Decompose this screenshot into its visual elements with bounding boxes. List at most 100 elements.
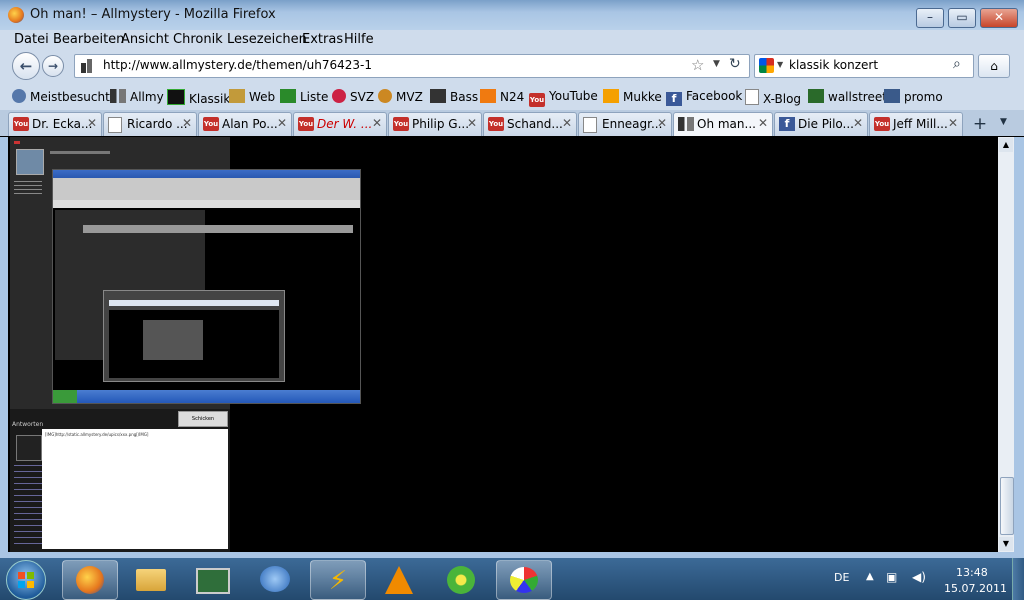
bookmark-web[interactable]: Web: [229, 89, 275, 104]
bookmark-promo[interactable]: promo: [884, 89, 943, 104]
clock-time[interactable]: 13:48: [956, 566, 988, 579]
reply-section: Antworten [IMG]http://static.allmystery.…: [10, 409, 230, 552]
send-button[interactable]: Schicken: [178, 411, 228, 427]
bookmark-klassik[interactable]: Klassik: [167, 89, 230, 106]
taskbar-icq[interactable]: [434, 560, 488, 598]
close-tab-icon[interactable]: ✕: [372, 116, 382, 130]
scroll-down-arrow-icon[interactable]: ▼: [999, 537, 1013, 551]
avatar: [16, 149, 44, 175]
close-button[interactable]: ✕: [980, 8, 1018, 28]
search-bar[interactable]: ▼ klassik konzert ⌕: [754, 54, 974, 78]
search-input[interactable]: klassik konzert: [789, 58, 878, 72]
bookmark-n24[interactable]: N24: [480, 89, 524, 104]
bookmark-youtube[interactable]: You YouTube: [529, 89, 598, 107]
bookmark-allmy[interactable]: Allmy: [110, 89, 164, 104]
star-icon[interactable]: ☆: [691, 56, 704, 74]
bookmark-svz[interactable]: SVZ: [332, 89, 374, 104]
taskbar-firefox[interactable]: [62, 560, 118, 600]
taskbar-winamp[interactable]: ⚡: [310, 560, 366, 600]
start-button[interactable]: [6, 560, 46, 600]
device-icon[interactable]: ▣: [886, 570, 897, 584]
bookmark-bass[interactable]: Bass: [430, 89, 478, 104]
minimize-button[interactable]: –: [916, 8, 944, 28]
site-icon: [81, 59, 92, 73]
maximize-button[interactable]: ▭: [948, 8, 976, 28]
tab-7-active[interactable]: Oh man... ✕: [673, 112, 773, 136]
forward-button[interactable]: →: [42, 55, 64, 77]
search-icon[interactable]: ⌕: [953, 56, 961, 72]
close-tab-icon[interactable]: ✕: [277, 116, 287, 130]
close-tab-icon[interactable]: ✕: [87, 116, 97, 130]
scroll-up-arrow-icon[interactable]: ▲: [999, 138, 1013, 152]
bookmark-mvz[interactable]: MVZ: [378, 89, 423, 104]
youtube-icon: You: [874, 117, 890, 131]
close-tab-icon[interactable]: ✕: [562, 116, 572, 130]
tab-5[interactable]: You Schand... ✕: [483, 112, 577, 136]
tab-8[interactable]: f Die Pilo... ✕: [774, 112, 868, 136]
menu-ansicht[interactable]: Ansicht: [121, 32, 169, 47]
show-hidden-icons-icon[interactable]: ▲: [866, 571, 874, 582]
facebook-icon: f: [779, 117, 795, 131]
tab-3[interactable]: You Der W. ... ✕: [293, 112, 387, 136]
mukke-icon: [603, 89, 619, 103]
monitor-icon: [196, 568, 230, 594]
n24-icon: [480, 89, 496, 103]
taskbar-thunderbird[interactable]: [248, 560, 302, 598]
tab-1[interactable]: Ricardo ... ✕: [103, 112, 197, 136]
url-bar[interactable]: http://www.allmystery.de/themen/uh76423-…: [74, 54, 750, 78]
show-desktop-button[interactable]: [1012, 558, 1024, 600]
reply-textarea[interactable]: [IMG]http://static.allmystery.de/upics/x…: [42, 429, 228, 549]
google-icon[interactable]: [759, 58, 774, 73]
allmy-icon: [110, 89, 126, 103]
close-tab-icon[interactable]: ✕: [758, 116, 768, 130]
bookmark-wallstreet[interactable]: wallstreet: [808, 89, 887, 104]
menu-hilfe[interactable]: Hilfe: [344, 32, 374, 47]
taskbar-paint[interactable]: [496, 560, 552, 600]
close-tab-icon[interactable]: ✕: [657, 116, 667, 130]
bookmark-mukke[interactable]: Mukke: [603, 89, 662, 104]
tab-2[interactable]: You Alan Po... ✕: [198, 112, 292, 136]
reload-icon[interactable]: ↻: [729, 56, 741, 72]
search-engine-dropdown-icon[interactable]: ▼: [777, 60, 783, 69]
liste-icon: [280, 89, 296, 103]
menu-extras[interactable]: Extras: [302, 32, 343, 47]
tab-6[interactable]: Enneagr... ✕: [578, 112, 672, 136]
tab-bar: You Dr. Ecka... ✕ Ricardo ... ✕ You Alan Po.…: [0, 110, 1024, 136]
close-tab-icon[interactable]: ✕: [948, 116, 958, 130]
facebook-icon: f: [666, 92, 682, 106]
page-icon: [745, 89, 759, 105]
allmy-icon: [678, 117, 694, 131]
tab-list-icon[interactable]: ▼: [1000, 117, 1007, 127]
close-tab-icon[interactable]: ✕: [853, 116, 863, 130]
window-border-right: [1014, 137, 1024, 557]
bookmark-liste[interactable]: Liste: [280, 89, 328, 104]
taskbar-vlc[interactable]: [372, 560, 426, 598]
user-info-lines: [14, 465, 42, 545]
menu-datei[interactable]: Datei: [14, 32, 49, 47]
taskbar-app[interactable]: [186, 560, 240, 598]
bookmark-meistbesucht[interactable]: Meistbesucht: [12, 89, 110, 104]
menu-chronik[interactable]: Chronik: [173, 32, 223, 47]
url-dropdown-icon[interactable]: ▼: [713, 59, 720, 69]
icq-icon: [447, 566, 475, 594]
volume-icon[interactable]: ◀): [912, 570, 926, 584]
back-button[interactable]: ←: [12, 52, 40, 80]
close-tab-icon[interactable]: ✕: [467, 116, 477, 130]
youtube-icon: You: [529, 93, 545, 107]
tab-0[interactable]: You Dr. Ecka... ✕: [8, 112, 102, 136]
tab-4[interactable]: You Philip G... ✕: [388, 112, 482, 136]
clock-date[interactable]: 15.07.2011: [944, 582, 1007, 595]
bookmark-facebook[interactable]: f Facebook: [666, 89, 742, 106]
vlc-icon: [385, 566, 413, 594]
scroll-thumb[interactable]: [1000, 477, 1014, 535]
tab-9[interactable]: You Jeff Mill... ✕: [869, 112, 963, 136]
close-tab-icon[interactable]: ✕: [182, 116, 192, 130]
bookmark-x-blog[interactable]: X-Blog: [745, 89, 801, 106]
menu-lesezeichen[interactable]: Lesezeichen: [227, 32, 307, 47]
language-indicator[interactable]: DE: [834, 571, 849, 584]
home-button[interactable]: ⌂: [978, 54, 1010, 78]
taskbar-explorer[interactable]: [124, 560, 178, 598]
vertical-scrollbar[interactable]: ▲ ▼: [998, 137, 1014, 552]
menu-bearbeiten[interactable]: Bearbeiten: [53, 32, 124, 47]
new-tab-button[interactable]: +: [966, 113, 994, 135]
